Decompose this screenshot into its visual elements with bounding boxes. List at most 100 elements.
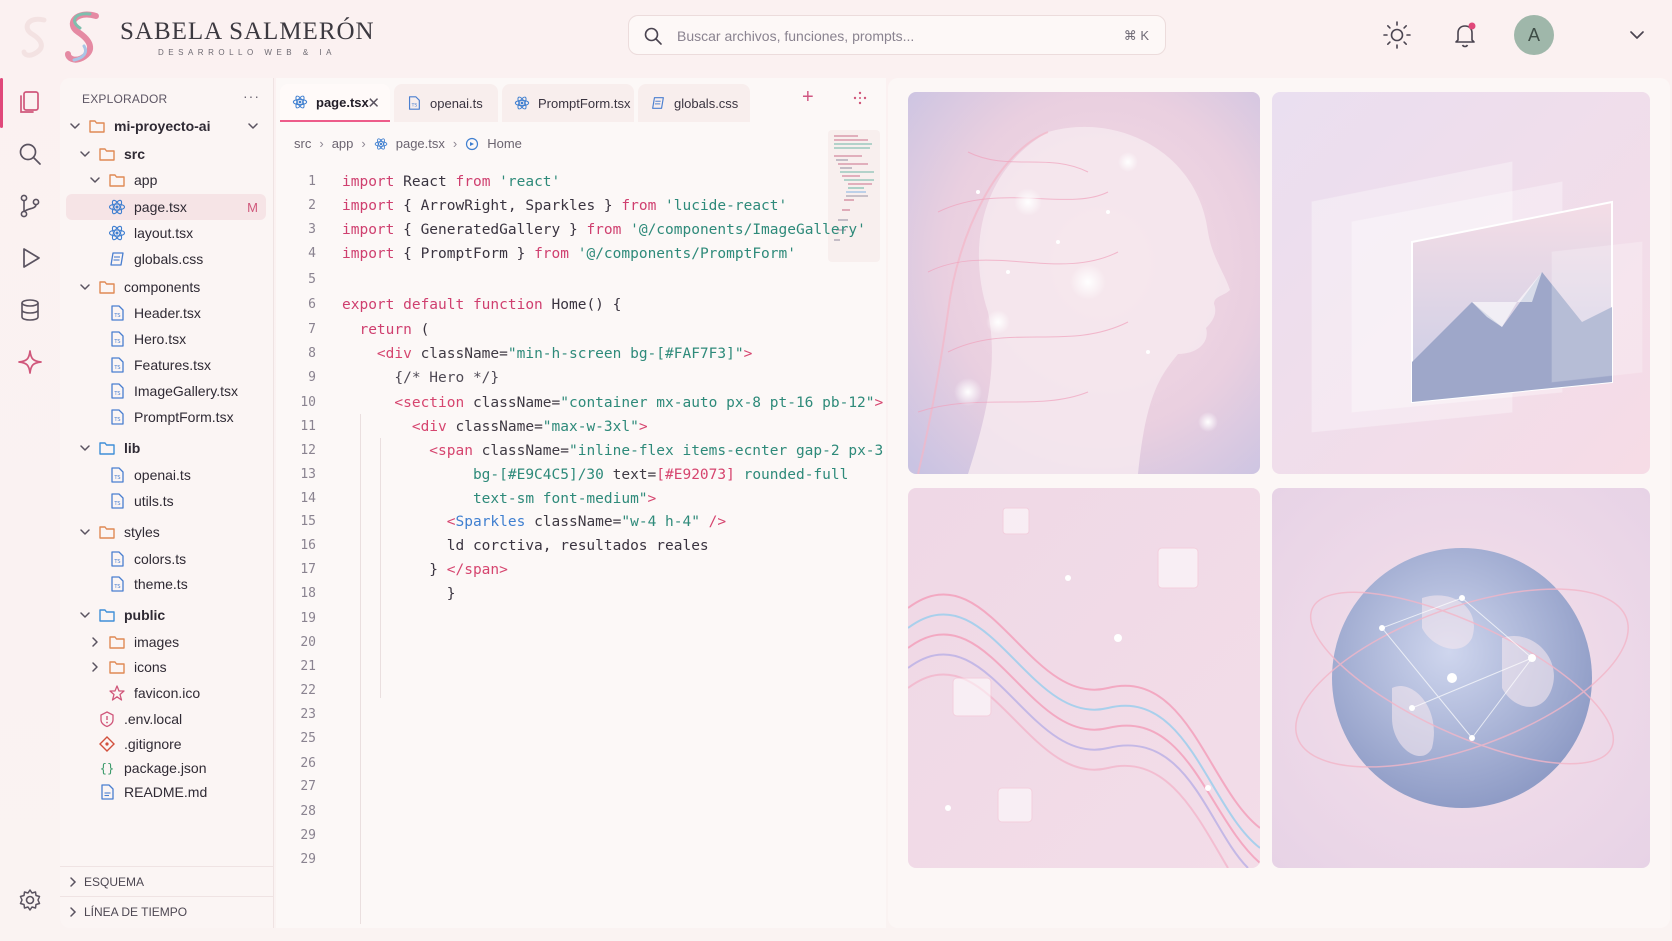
editor-tabs: page.tsx ✕ TS openai.ts PromptForm.tsx global… [276, 84, 886, 124]
svg-text:TS: TS [113, 584, 120, 590]
code-token: {/* Hero */} [342, 370, 500, 386]
activity-bar [0, 78, 60, 941]
run-debug-icon[interactable] [16, 244, 44, 272]
tree-file[interactable]: TS Header.tsx [66, 300, 266, 326]
line-number: 11 [300, 419, 316, 434]
line-number: 4 [308, 246, 316, 261]
data-wave-image[interactable] [908, 488, 1260, 868]
tree-file[interactable]: TS openai.ts [66, 462, 266, 488]
code-token: <div [342, 419, 447, 435]
tree-file[interactable]: globals.css [66, 246, 266, 272]
tree-folder[interactable]: styles [66, 519, 266, 545]
tree-file[interactable]: TS Features.tsx [66, 352, 266, 378]
explorer-title: EXPLORADOR [82, 92, 168, 106]
editor-tab[interactable]: PromptForm.tsx [502, 84, 634, 122]
search-icon[interactable] [16, 140, 44, 168]
tree-file[interactable]: TS theme.ts [66, 571, 266, 597]
svg-text:TS: TS [113, 417, 120, 423]
breadcrumb-item[interactable]: app [332, 136, 354, 151]
tree-file[interactable]: .env.local [66, 706, 266, 732]
tree-file[interactable]: layout.tsx [66, 220, 266, 246]
source-control-icon[interactable] [16, 192, 44, 220]
brand-name: SABELA SALMERÓN [120, 18, 375, 45]
tree-file[interactable]: TS colors.ts [66, 546, 266, 572]
user-avatar[interactable]: A [1514, 15, 1554, 55]
database-icon[interactable] [16, 296, 44, 324]
tree-file[interactable]: {} package.json [66, 755, 266, 781]
theme-toggle-sun-icon[interactable] [1382, 20, 1412, 50]
code-token: rounded-full [734, 467, 849, 483]
collapse-chevron-icon[interactable] [246, 119, 260, 133]
tree-file[interactable]: TS PromptForm.tsx [66, 404, 266, 430]
chevron-down-icon[interactable] [1628, 26, 1646, 44]
breadcrumb-item[interactable]: src [294, 136, 311, 151]
editor-tab[interactable]: TS openai.ts [394, 84, 498, 122]
chevron-down-icon[interactable] [78, 525, 92, 539]
code-token: ld corctiva, resultados reales [342, 538, 709, 554]
chevron-down-icon[interactable] [78, 147, 92, 161]
chevron-down-icon[interactable] [78, 441, 92, 455]
tree-folder[interactable]: lib [66, 435, 266, 461]
ai-sparkle-icon[interactable] [16, 348, 44, 376]
code-token: return [342, 322, 412, 338]
search-bar[interactable]: Buscar archivos, funciones, prompts... ⌘… [628, 15, 1166, 55]
code-editor: page.tsx ✕ TS openai.ts PromptForm.tsx global… [276, 78, 927, 928]
editor-tab[interactable]: globals.css [638, 84, 750, 122]
notification-bell-icon[interactable] [1450, 20, 1480, 50]
chevron-right-icon[interactable] [88, 635, 102, 649]
tree-file[interactable]: TS utils.ts [66, 488, 266, 514]
tree-folder[interactable]: public [66, 602, 266, 628]
chevron-down-icon[interactable] [78, 280, 92, 294]
tree-folder[interactable]: icons [66, 654, 266, 680]
chevron-down-icon[interactable] [88, 173, 102, 187]
code-line: <div className="max-w-3xl"> [342, 419, 648, 443]
layered-landscape-image[interactable] [1272, 92, 1650, 474]
tree-folder[interactable]: images [66, 629, 266, 655]
outline-section[interactable]: ESQUEMA [60, 866, 274, 896]
code-token: > [647, 491, 657, 507]
chevron-right-icon[interactable] [88, 660, 102, 674]
breadcrumb-item[interactable]: Home [487, 136, 522, 151]
split-editor-icon[interactable] [852, 90, 868, 106]
folder-icon [98, 278, 116, 296]
folder-icon [88, 117, 106, 135]
line-number: 13 [300, 467, 316, 482]
react-file-icon [292, 94, 308, 110]
tree-file[interactable]: page.tsx M [66, 194, 266, 220]
folder-icon [98, 523, 116, 541]
outline-label: ESQUEMA [84, 874, 145, 889]
settings-gear-icon[interactable] [16, 886, 44, 914]
tree-item-label: Features.tsx [134, 357, 212, 373]
tree-file[interactable]: favicon.ico [66, 680, 266, 706]
breadcrumb-item[interactable]: page.tsx [396, 136, 445, 151]
folder-icon [98, 606, 116, 624]
close-tab-icon[interactable]: ✕ [367, 94, 380, 112]
tree-file[interactable]: README.md [66, 779, 266, 805]
code-token: import [342, 198, 395, 214]
chevron-down-icon[interactable] [68, 119, 82, 133]
editor-tab[interactable]: page.tsx ✕ [280, 84, 390, 122]
search-input[interactable]: Buscar archivos, funciones, prompts... [677, 28, 914, 44]
tree-file[interactable]: TS Hero.tsx [66, 326, 266, 352]
tree-folder[interactable]: components [66, 274, 266, 300]
brand-tagline: DESARROLLO WEB & IA [158, 48, 336, 57]
tree-file[interactable]: .gitignore [66, 731, 266, 757]
tree-item-label: colors.ts [134, 551, 187, 567]
chevron-down-icon[interactable] [78, 608, 92, 622]
tree-folder[interactable]: mi-proyecto-ai [66, 113, 266, 139]
code-token: <div [342, 346, 412, 362]
new-tab-button[interactable]: + [802, 86, 814, 109]
svg-text:{}: {} [100, 762, 114, 776]
tree-folder[interactable]: src [66, 141, 266, 167]
tree-folder[interactable]: app [66, 167, 266, 193]
files-explorer-icon[interactable] [16, 88, 44, 116]
ai-face-image[interactable] [908, 92, 1260, 474]
tree-file[interactable]: TS ImageGallery.tsx [66, 378, 266, 404]
code-token: <section [342, 395, 465, 411]
code-line: <div className="min-h-screen bg-[#FAF7F3… [342, 346, 752, 370]
code-token: } [342, 562, 447, 578]
network-globe-image[interactable] [1272, 488, 1650, 868]
timeline-section[interactable]: LÍNEA DE TIEMPO [60, 896, 274, 926]
explorer-more-button[interactable]: ··· [243, 88, 260, 104]
code-token: Sparkles [455, 514, 526, 530]
